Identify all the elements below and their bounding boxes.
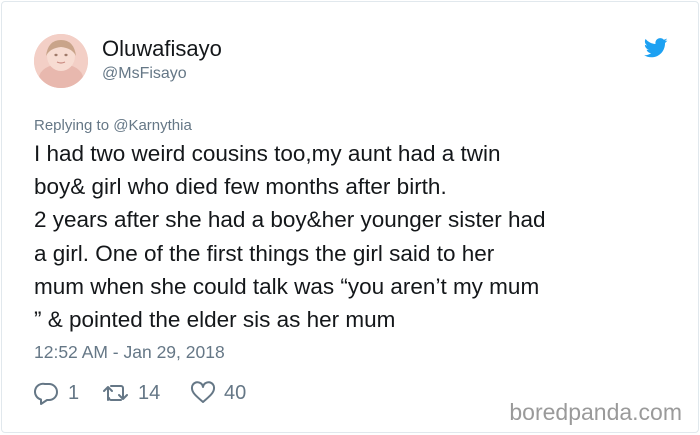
- twitter-bird-icon[interactable]: [643, 38, 668, 58]
- tweet-line: mum when she could talk was “you aren’t …: [34, 273, 540, 299]
- tweet-actions: 1 14 40: [34, 379, 270, 407]
- tweet-line: I had two weird cousins too,my aunt had …: [34, 141, 501, 166]
- reply-button[interactable]: 1: [34, 380, 102, 406]
- replied-user-link[interactable]: @Karnythia: [113, 117, 192, 134]
- like-count: 40: [224, 381, 247, 404]
- heart-icon: [190, 380, 216, 406]
- tweet-line: a girl. One of the first things the girl…: [34, 240, 495, 266]
- tweet-line: 2 years after she had a boy&her younger …: [34, 207, 546, 233]
- avatar[interactable]: [34, 34, 88, 88]
- reply-count: 1: [68, 381, 80, 404]
- retweet-count: 14: [138, 381, 161, 404]
- tweet-timestamp[interactable]: 12:52 AM - Jan 29, 2018: [34, 342, 225, 363]
- replying-to-label: Replying to: [34, 117, 110, 134]
- tweet-line: ” & pointed the elder sis as her mum: [34, 307, 396, 333]
- reply-icon: [34, 380, 60, 406]
- watermark: boredpanda.com: [509, 399, 682, 425]
- retweet-button[interactable]: 14: [102, 380, 190, 406]
- display-name[interactable]: Oluwafisayo: [102, 36, 222, 62]
- tweet-line: boy& girl who died few months after birt…: [34, 174, 447, 200]
- retweet-icon: [102, 380, 130, 406]
- tweet-text: I had two weird cousins too,my aunt had …: [34, 137, 674, 336]
- tweet-card: Oluwafisayo @MsFisayo Replying to @Karny…: [1, 1, 699, 433]
- like-button[interactable]: 40: [190, 380, 270, 406]
- user-handle[interactable]: @MsFisayo: [102, 65, 187, 83]
- avatar-image: [34, 34, 88, 88]
- replying-to: Replying to @Karnythia: [34, 117, 192, 134]
